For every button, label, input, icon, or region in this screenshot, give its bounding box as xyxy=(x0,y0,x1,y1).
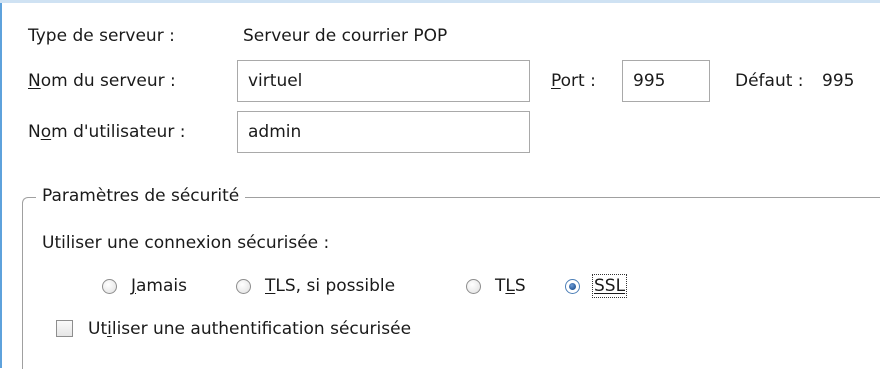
secure-auth-label[interactable]: Utiliser une authentification sécurisée xyxy=(88,319,411,339)
radio-tls-if-possible-mnemonic: T xyxy=(265,276,276,296)
server-type-value: Serveur de courrier POP xyxy=(243,26,448,46)
username-label-pre: N xyxy=(28,122,41,142)
radio-never-text: amais xyxy=(136,276,187,296)
server-name-input[interactable]: virtuel xyxy=(237,60,530,102)
server-name-label: Nom du serveur : xyxy=(28,71,176,91)
security-legend: Paramètres de sécurité xyxy=(36,184,246,208)
username-label-text: m d'utilisateur : xyxy=(51,122,186,142)
port-label-text: ort : xyxy=(560,71,596,91)
radio-ssl-mnemonic: SSL xyxy=(594,276,626,296)
radio-tls-pre: T xyxy=(495,276,506,296)
port-label: Port : xyxy=(551,71,596,91)
radio-tls-if-possible-text: LS, si possible xyxy=(275,276,396,296)
radio-tls-mnemonic: L xyxy=(505,276,515,296)
username-input[interactable]: admin xyxy=(237,111,530,153)
server-name-mnemonic: N xyxy=(28,71,41,91)
radio-tls[interactable] xyxy=(466,279,481,294)
secure-auth-text: liser une authentification sécurisée xyxy=(111,319,412,339)
radio-never-label[interactable]: Jamais xyxy=(131,276,187,296)
port-input[interactable]: 995 xyxy=(622,60,710,102)
radio-tls-text: S xyxy=(514,276,526,296)
radio-never[interactable] xyxy=(102,279,117,294)
secure-connection-label: Utiliser une connexion sécurisée : xyxy=(42,233,330,253)
secure-auth-pre: Ut xyxy=(88,319,108,339)
radio-tls-label[interactable]: TLS xyxy=(495,276,526,296)
default-port-label: Défaut : xyxy=(735,71,804,91)
username-label: Nom d'utilisateur : xyxy=(28,122,185,142)
username-mnemonic: o xyxy=(40,122,52,142)
secure-auth-checkbox[interactable] xyxy=(56,320,73,337)
server-type-label: Type de serveur : xyxy=(28,26,175,46)
radio-tls-if-possible[interactable] xyxy=(236,279,251,294)
dialog-top-edge xyxy=(0,0,880,3)
radio-ssl-dot xyxy=(569,283,576,290)
default-port-value: 995 xyxy=(822,71,855,91)
radio-tls-if-possible-label[interactable]: TLS, si possible xyxy=(265,276,395,296)
radio-ssl[interactable] xyxy=(565,279,580,294)
port-mnemonic: P xyxy=(551,71,561,91)
radio-ssl-label[interactable]: SSL xyxy=(591,274,628,298)
server-name-label-text: om du serveur : xyxy=(40,71,176,91)
